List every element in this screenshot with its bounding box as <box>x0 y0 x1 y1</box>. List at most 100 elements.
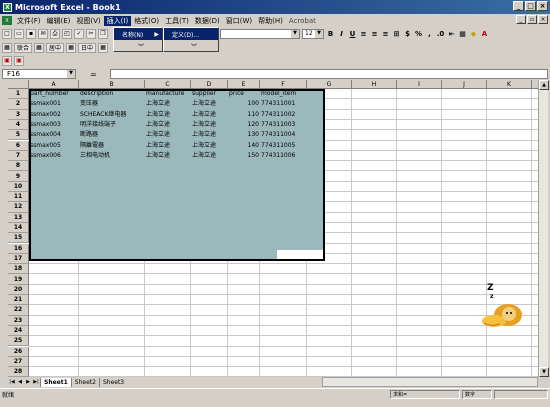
sheet-tab[interactable]: Sheet3 <box>98 377 127 387</box>
table-cell[interactable]: 774311002 <box>260 110 307 119</box>
table-cell[interactable]: 774311004 <box>260 130 307 139</box>
menu-file[interactable]: 文件(F) <box>14 16 44 26</box>
row-header[interactable]: 23 <box>8 315 29 326</box>
row-header[interactable]: 12 <box>8 202 29 213</box>
table-cell[interactable]: ssmax004 <box>29 130 79 139</box>
sheet-tab[interactable]: Sheet2 <box>70 377 99 387</box>
open-icon[interactable]: ▭ <box>14 28 24 39</box>
align-center-icon[interactable]: ≡ <box>370 29 379 39</box>
grid-icon[interactable]: ▦ <box>98 42 109 53</box>
menu-acrobat[interactable]: Acrobat <box>286 17 319 25</box>
table-cell[interactable]: 774311003 <box>260 120 307 129</box>
table-cell[interactable]: 变压器 <box>79 99 145 108</box>
row-header[interactable]: 7 <box>8 150 29 162</box>
borders-icon[interactable]: ▦ <box>458 29 467 39</box>
row-header[interactable]: 17 <box>8 253 29 265</box>
menu-data[interactable]: 数据(D) <box>192 16 223 26</box>
column-header[interactable]: F <box>260 80 307 89</box>
table-cell[interactable]: 上海立途 <box>145 120 191 129</box>
table-cell[interactable]: 上海立途 <box>191 110 228 119</box>
fill-color-icon[interactable]: ◆ <box>469 29 478 39</box>
row-header[interactable]: 18 <box>8 264 29 275</box>
table-cell[interactable]: ssmax001 <box>29 99 79 108</box>
row-header[interactable]: 10 <box>8 181 29 192</box>
email-icon[interactable]: ✉ <box>38 28 48 39</box>
excel-doc-icon[interactable]: X <box>2 16 12 25</box>
row-header[interactable]: 6 <box>8 140 29 151</box>
row-header[interactable]: 19 <box>8 274 29 285</box>
table-cell[interactable]: ssmax006 <box>29 151 79 160</box>
row-header[interactable]: 14 <box>8 222 29 234</box>
table-cell[interactable]: 774311006 <box>260 151 307 160</box>
insert-name-item[interactable]: 名称(N) ▶ <box>114 28 162 40</box>
merge-center-icon[interactable]: ⊞ <box>392 29 401 39</box>
table-cell[interactable]: 上海立途 <box>145 99 191 108</box>
copy-icon[interactable]: ❐ <box>98 28 108 39</box>
day-button[interactable]: 日中 <box>78 42 97 53</box>
grid-icon[interactable]: ▦ <box>34 42 45 53</box>
table-cell[interactable]: 上海立途 <box>191 120 228 129</box>
column-header[interactable]: J <box>442 80 487 89</box>
table-cell[interactable]: 三相电动机 <box>79 151 145 160</box>
grid-icon[interactable]: ▦ <box>66 42 77 53</box>
active-cell[interactable] <box>277 250 323 259</box>
table-cell[interactable]: 明洋接线端子 <box>79 120 145 129</box>
expand-menu-item[interactable]: ︾ <box>114 40 162 52</box>
horizontal-scrollbar[interactable] <box>322 377 538 387</box>
print-icon[interactable]: ⎙ <box>50 28 60 39</box>
table-cell[interactable]: 130 <box>228 130 260 139</box>
name-box[interactable]: F16 ▼ <box>2 69 76 79</box>
table-cell[interactable]: 上海立途 <box>145 130 191 139</box>
align-left-icon[interactable]: ≡ <box>359 29 368 39</box>
row-header[interactable]: 8 <box>8 161 29 172</box>
office-assistant[interactable]: Z z <box>480 283 524 329</box>
row-header[interactable]: 22 <box>8 305 29 316</box>
table-cell[interactable]: part_number <box>29 89 79 98</box>
formula-input[interactable] <box>110 69 548 79</box>
table-cell[interactable]: 100 <box>228 99 260 108</box>
expand-submenu-item[interactable]: ︾ <box>164 40 218 52</box>
row-header[interactable]: 4 <box>8 119 29 131</box>
column-header[interactable]: D <box>191 80 228 89</box>
table-cell[interactable]: 断路器 <box>79 130 145 139</box>
print-preview-icon[interactable]: ◰ <box>62 28 72 39</box>
vertical-scrollbar[interactable]: ▲ ▼ <box>538 80 549 377</box>
next-sheet-icon[interactable]: ▶ <box>24 378 32 386</box>
table-cell[interactable]: 上海立途 <box>191 99 228 108</box>
new-icon[interactable]: □ <box>2 28 12 39</box>
select-all-corner[interactable] <box>8 80 29 89</box>
row-header[interactable]: 13 <box>8 212 29 223</box>
table-cell[interactable]: supplier <box>191 89 228 98</box>
row-header[interactable]: 21 <box>8 295 29 306</box>
close-button[interactable]: × <box>537 1 548 11</box>
underline-icon[interactable]: U <box>348 29 357 39</box>
center-button[interactable]: 居中 <box>46 42 65 53</box>
merge-button[interactable]: 联合 <box>14 42 33 53</box>
pdf-email-icon[interactable]: ▣ <box>14 55 24 66</box>
table-cell[interactable]: 120 <box>228 120 260 129</box>
font-size-combo[interactable]: 12 ▼ <box>302 28 324 39</box>
maximize-button[interactable]: □ <box>525 1 536 11</box>
table-cell[interactable]: SCHEACK继电器 <box>79 110 145 119</box>
table-cell[interactable]: 上海立途 <box>191 141 228 150</box>
bold-icon[interactable]: B <box>326 29 335 39</box>
row-header[interactable]: 24 <box>8 325 29 337</box>
table-cell[interactable]: ssmax003 <box>29 120 79 129</box>
table-cell[interactable]: 上海立途 <box>191 130 228 139</box>
table-cell[interactable]: 150 <box>228 151 260 160</box>
row-header[interactable]: 28 <box>8 367 29 377</box>
column-header[interactable]: G <box>307 80 352 89</box>
table-cell[interactable]: 上海立途 <box>145 151 191 160</box>
row-header[interactable]: 16 <box>8 243 29 254</box>
column-header[interactable]: E <box>228 80 260 89</box>
minimize-button[interactable]: _ <box>513 1 524 11</box>
increase-decimal-icon[interactable]: .0 <box>436 29 445 39</box>
row-header[interactable]: 5 <box>8 130 29 141</box>
menu-tools[interactable]: 工具(T) <box>162 16 192 26</box>
column-header[interactable]: K <box>487 80 532 89</box>
menu-format[interactable]: 格式(O) <box>131 16 162 26</box>
table-cell[interactable]: price <box>228 89 260 98</box>
first-sheet-icon[interactable]: |◀ <box>8 378 16 386</box>
row-header[interactable]: 1 <box>8 89 29 100</box>
table-cell[interactable]: 上海立途 <box>145 141 191 150</box>
